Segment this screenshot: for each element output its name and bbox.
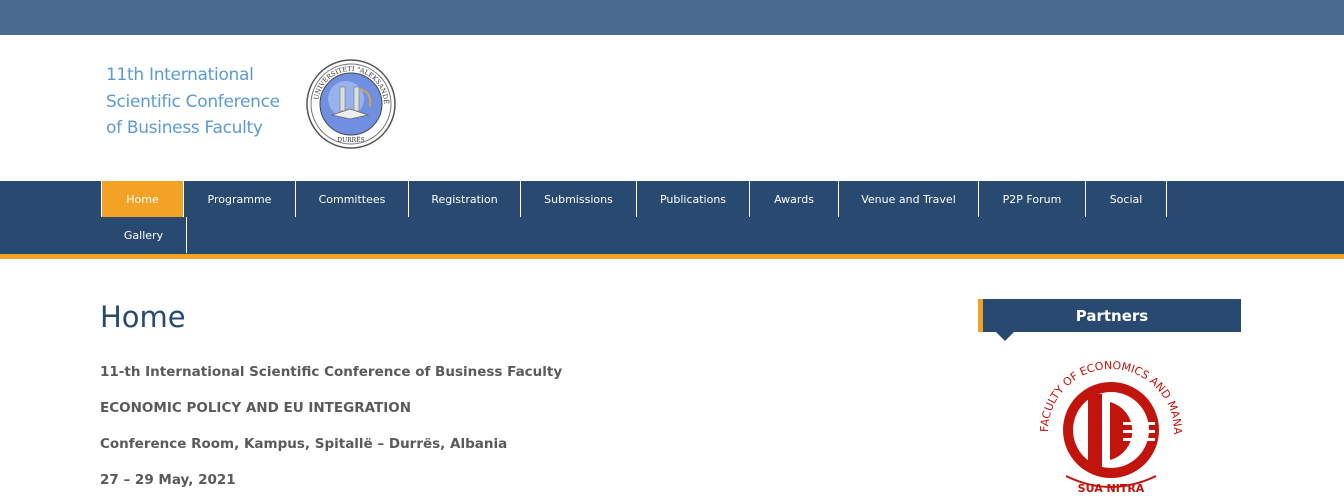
nav-item-programme[interactable]: Programme: [184, 181, 296, 217]
partner-logo-sua-nitra-icon[interactable]: FACULTY OF ECONOMICS AND MANAGEMENT SUA …: [1038, 352, 1184, 498]
partners-widget-title: Partners: [978, 299, 1241, 332]
partners-title-text: Partners: [1075, 306, 1149, 325]
conference-venue: Conference Room, Kampus, Spitallë – Durr…: [100, 436, 508, 452]
nav-item-label: Venue and Travel: [861, 192, 956, 206]
conference-dates: 27 – 29 May, 2021: [100, 472, 236, 488]
nav-item-label: Social: [1109, 192, 1143, 206]
nav-item-awards[interactable]: Awards: [750, 181, 839, 217]
nav-item-label: P2P Forum: [1002, 192, 1062, 206]
nav-item-p2p-forum[interactable]: P2P Forum: [979, 181, 1086, 217]
nav-item-label: Registration: [431, 192, 498, 206]
nav-item-label: Committees: [318, 192, 386, 206]
nav-item-registration[interactable]: Registration: [409, 181, 521, 217]
nav-accent-stripe: [0, 254, 1344, 259]
nav-item-publications[interactable]: Publications: [637, 181, 750, 217]
nav-item-label: Gallery: [123, 228, 164, 242]
logo-line: 11th International: [106, 65, 254, 85]
svg-text:SUA NITRA: SUA NITRA: [1078, 482, 1145, 495]
nav-item-label: Awards: [774, 192, 814, 206]
university-seal-icon: UNIVERSITETI "ALEKSANDËR MOISIU" DURRËS: [306, 59, 396, 149]
logo-line: of Business Faculty: [106, 118, 263, 138]
nav-item-label: Publications: [659, 192, 727, 206]
nav-item-label: Programme: [207, 192, 272, 206]
top-bar: [0, 0, 1344, 35]
nav-item-label: Submissions: [544, 192, 613, 206]
page-title: Home: [100, 300, 186, 334]
nav-item-gallery[interactable]: Gallery: [101, 217, 187, 253]
site-logo-text[interactable]: 11th International Scientific Conference…: [106, 62, 280, 142]
main-nav: Home Programme Committees Registration S…: [0, 181, 1344, 254]
conference-theme: ECONOMIC POLICY AND EU INTEGRATION: [100, 400, 411, 416]
logo-line: Scientific Conference: [106, 91, 280, 112]
nav-item-submissions[interactable]: Submissions: [521, 181, 637, 217]
svg-text:DURRËS: DURRËS: [337, 137, 364, 144]
conference-title: 11-th International Scientific Conferenc…: [100, 364, 563, 380]
partners-title-pointer: [996, 332, 1014, 341]
nav-item-committees[interactable]: Committees: [296, 181, 409, 217]
nav-item-venue-and-travel[interactable]: Venue and Travel: [839, 181, 979, 217]
site-header: 11th International Scientific Conference…: [0, 35, 1344, 181]
nav-item-label: Home: [126, 192, 159, 206]
nav-item-social[interactable]: Social: [1086, 181, 1167, 217]
nav-item-home[interactable]: Home: [101, 181, 184, 217]
